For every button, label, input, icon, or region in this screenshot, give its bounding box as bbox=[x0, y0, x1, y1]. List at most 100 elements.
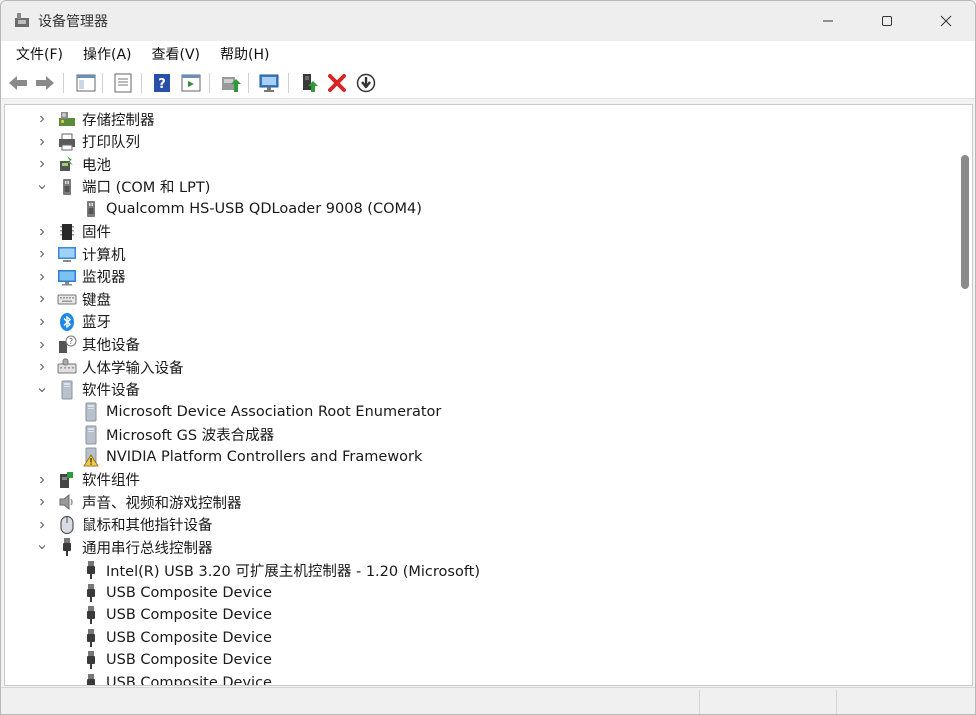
maximize-button[interactable] bbox=[862, 1, 912, 41]
properties-button[interactable] bbox=[112, 72, 134, 94]
action-pane-icon bbox=[181, 74, 201, 92]
tree-item-category[interactable]: 监视器 bbox=[40, 266, 126, 288]
back-button[interactable] bbox=[7, 72, 29, 94]
chevron-down-icon[interactable] bbox=[36, 384, 48, 396]
chevron-right-icon[interactable] bbox=[36, 113, 48, 125]
tree-item-device[interactable]: USB Composite Device bbox=[81, 582, 272, 604]
tree-item-category[interactable]: 蓝牙 bbox=[40, 311, 111, 333]
help-button[interactable]: ? bbox=[151, 72, 173, 94]
mouse-icon bbox=[57, 515, 77, 535]
chevron-down-icon[interactable] bbox=[36, 541, 48, 553]
help-icon: ? bbox=[154, 74, 170, 92]
chevron-right-icon[interactable] bbox=[36, 271, 48, 283]
console-tree-button[interactable] bbox=[75, 72, 97, 94]
minimize-button[interactable] bbox=[803, 1, 853, 41]
tree-item-category[interactable]: 打印队列 bbox=[40, 131, 140, 153]
battery-icon bbox=[57, 154, 77, 174]
forward-button[interactable] bbox=[34, 72, 56, 94]
tree-item-category[interactable]: 软件设备 bbox=[38, 379, 140, 401]
tree-item-device[interactable]: USB Composite Device bbox=[81, 604, 272, 626]
chevron-right-icon[interactable] bbox=[36, 293, 48, 305]
tree-item-category[interactable]: 键盘 bbox=[40, 288, 111, 310]
tree-item-device[interactable]: USB Composite Device bbox=[81, 649, 272, 671]
close-button[interactable] bbox=[921, 1, 971, 41]
tree-item-label: 电池 bbox=[82, 157, 111, 174]
back-arrow-icon bbox=[9, 76, 27, 90]
chevron-right-icon[interactable] bbox=[36, 361, 48, 373]
chevron-right-icon[interactable] bbox=[36, 136, 48, 148]
usb-icon bbox=[81, 673, 101, 685]
chevron-right-icon[interactable] bbox=[36, 158, 48, 170]
tree-item-category[interactable]: 电池 bbox=[40, 153, 111, 175]
keyboard-icon bbox=[57, 289, 77, 309]
device-manager-window: 设备管理器 文件(F) 操作(A) 查看(V) 帮助(H) ? 存储控制器 打印… bbox=[0, 0, 976, 715]
menu-file[interactable]: 文件(F) bbox=[7, 41, 72, 67]
usb-icon bbox=[81, 650, 101, 670]
chevron-right-icon[interactable] bbox=[36, 248, 48, 260]
chevron-right-icon[interactable] bbox=[36, 474, 48, 486]
chevron-right-icon[interactable] bbox=[36, 339, 48, 351]
tree-item-label: 存储控制器 bbox=[82, 112, 155, 129]
tree-item-category[interactable]: ? 其他设备 bbox=[40, 334, 140, 356]
title-bar[interactable]: 设备管理器 bbox=[1, 1, 975, 41]
tree-item-label: 其他设备 bbox=[82, 338, 140, 354]
usb-icon bbox=[81, 583, 101, 603]
disable-device-button[interactable] bbox=[355, 72, 377, 94]
tree-item-device[interactable]: Qualcomm HS-USB QDLoader 9008 (COM4) bbox=[81, 198, 422, 220]
tree-item-label: 软件组件 bbox=[82, 473, 140, 490]
tree-item-device[interactable]: USB Composite Device bbox=[81, 627, 272, 649]
scan-hardware-button[interactable] bbox=[258, 72, 280, 94]
vertical-scrollbar[interactable] bbox=[957, 105, 972, 685]
add-legacy-hardware-icon bbox=[303, 74, 318, 92]
tree-item-category[interactable]: 声音、视频和游戏控制器 bbox=[40, 491, 242, 513]
menu-help[interactable]: 帮助(H) bbox=[211, 41, 278, 67]
tree-item-device[interactable]: Microsoft Device Association Root Enumer… bbox=[81, 401, 441, 423]
tree-item-device[interactable]: NVIDIA Platform Controllers and Framewor… bbox=[81, 446, 422, 468]
tree-item-category[interactable]: 固件 bbox=[40, 221, 111, 243]
uninstall-device-icon bbox=[328, 74, 346, 92]
usb-icon bbox=[81, 628, 101, 648]
scrollbar-thumb[interactable] bbox=[961, 155, 969, 289]
tree-item-label: USB Composite Device bbox=[106, 629, 272, 646]
add-legacy-hardware-button[interactable] bbox=[298, 72, 320, 94]
uninstall-device-button[interactable] bbox=[326, 72, 348, 94]
svg-text:?: ? bbox=[158, 77, 166, 92]
disable-device-icon bbox=[356, 73, 376, 93]
tree-item-device[interactable]: USB Composite Device bbox=[81, 672, 272, 685]
software-device-icon bbox=[81, 425, 101, 445]
minimize-icon bbox=[823, 20, 833, 22]
tree-item-category[interactable]: 端口 (COM 和 LPT) bbox=[38, 176, 210, 198]
menu-action[interactable]: 操作(A) bbox=[74, 41, 141, 67]
tree-item-device[interactable]: Microsoft GS 波表合成器 bbox=[81, 424, 274, 446]
device-tree[interactable]: 存储控制器打印队列电池端口 (COM 和 LPT) Qualcomm HS-USB… bbox=[4, 104, 973, 686]
chevron-right-icon[interactable] bbox=[36, 519, 48, 531]
chevron-down-icon[interactable] bbox=[36, 181, 48, 193]
software-device-icon bbox=[81, 402, 101, 422]
tree-item-label: Microsoft GS 波表合成器 bbox=[106, 428, 275, 445]
device-manager-icon bbox=[13, 11, 31, 29]
port-icon bbox=[81, 199, 101, 219]
menu-bar: 文件(F) 操作(A) 查看(V) 帮助(H) bbox=[1, 41, 975, 67]
tree-item-label: USB Composite Device bbox=[106, 652, 272, 669]
chevron-right-icon[interactable] bbox=[36, 496, 48, 508]
warning-device-icon bbox=[81, 447, 101, 467]
update-driver-button[interactable] bbox=[219, 72, 241, 94]
close-icon bbox=[940, 15, 952, 27]
tree-item-category[interactable]: 鼠标和其他指针设备 bbox=[40, 514, 213, 536]
tree-item-label: 固件 bbox=[82, 225, 111, 242]
window-title: 设备管理器 bbox=[38, 14, 108, 30]
chevron-right-icon[interactable] bbox=[36, 316, 48, 328]
tree-item-category[interactable]: 存储控制器 bbox=[40, 108, 155, 130]
tree-item-label: 监视器 bbox=[82, 270, 126, 287]
tree-item-category[interactable]: 软件组件 bbox=[40, 469, 140, 491]
toolbar-separator bbox=[63, 73, 64, 93]
chevron-right-icon[interactable] bbox=[36, 226, 48, 238]
tree-item-device[interactable]: Intel(R) USB 3.20 可扩展主机控制器 - 1.20 (Micro… bbox=[81, 559, 480, 581]
storage-controller-icon bbox=[57, 109, 77, 129]
tree-item-category[interactable]: 通用串行总线控制器 bbox=[38, 536, 213, 558]
tree-item-label: 声音、视频和游戏控制器 bbox=[82, 495, 242, 512]
action-pane-button[interactable] bbox=[180, 72, 202, 94]
tree-item-category[interactable]: 计算机 bbox=[40, 243, 126, 265]
menu-view[interactable]: 查看(V) bbox=[143, 41, 210, 67]
tree-item-category[interactable]: 人体学输入设备 bbox=[40, 356, 184, 378]
